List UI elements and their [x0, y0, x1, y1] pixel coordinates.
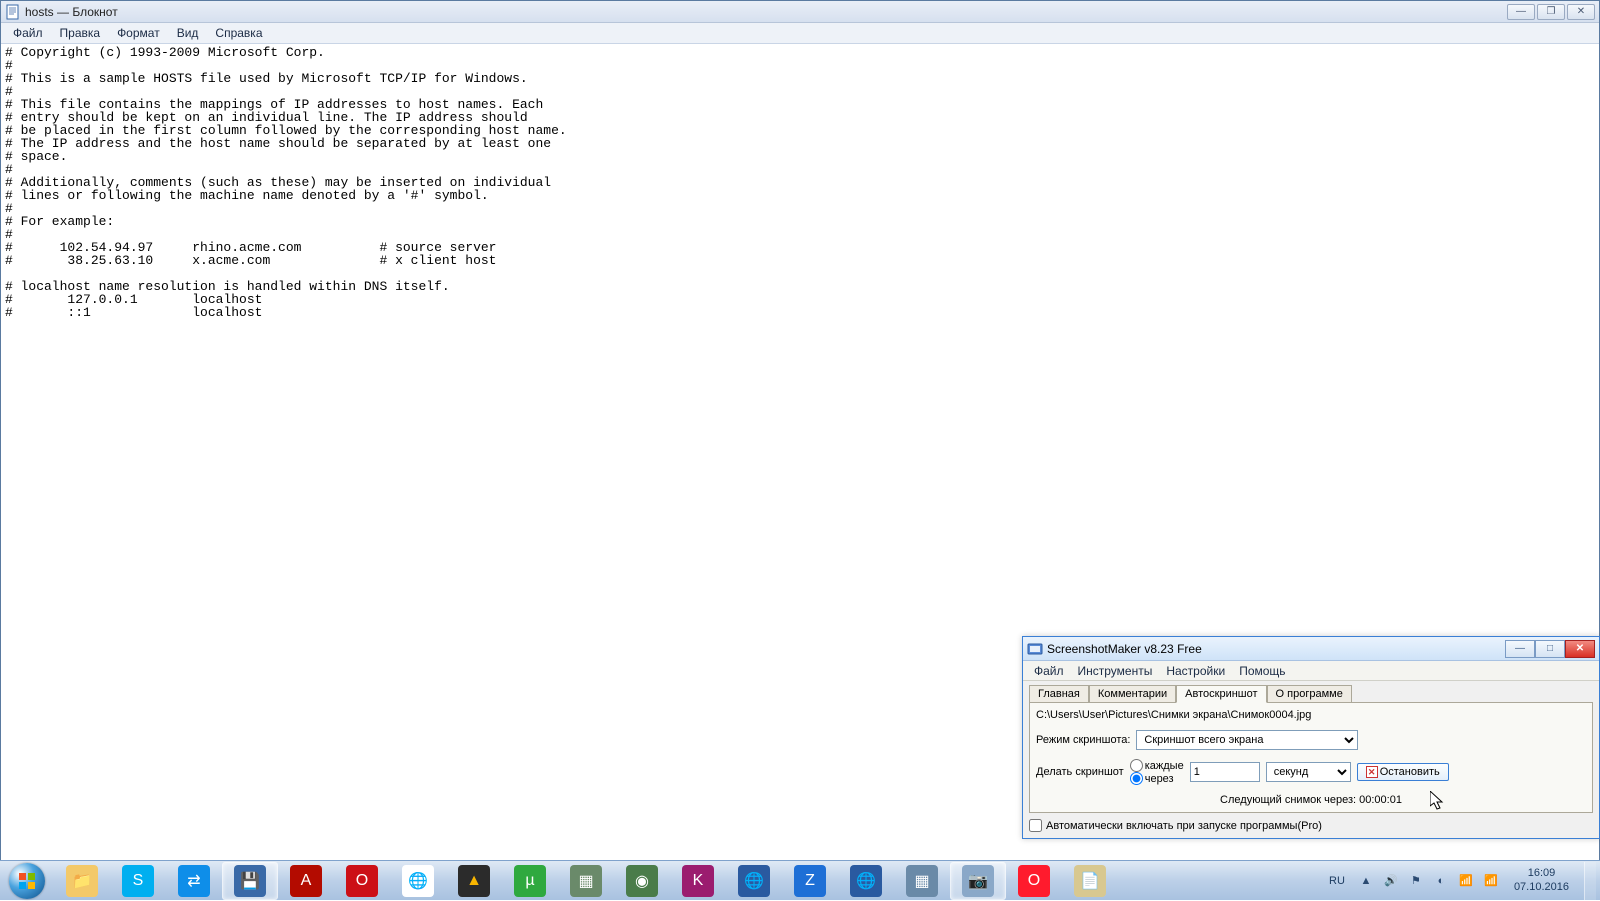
- do-screenshot-label: Делать скриншот: [1036, 766, 1124, 778]
- taskbar-z[interactable]: Z: [782, 862, 838, 900]
- menu-format[interactable]: Формат: [109, 24, 168, 42]
- taskbar-calc[interactable]: ▦: [558, 862, 614, 900]
- system-tray: RU ▲ 🔊 ⚑ ◐ 📶 📶 16:09 07.10.2016: [1321, 861, 1600, 900]
- mode-label: Режим скриншота:: [1036, 734, 1130, 746]
- unit-select[interactable]: секунд: [1266, 762, 1351, 782]
- taskbar-adobe[interactable]: A: [278, 862, 334, 900]
- dialog-menu-help[interactable]: Помощь: [1232, 662, 1292, 680]
- notepad-title: hosts — Блокнот: [25, 5, 118, 19]
- notepad-menubar: Файл Правка Формат Вид Справка: [1, 23, 1599, 44]
- windows-orb-icon: [9, 863, 45, 899]
- dialog-menu-settings[interactable]: Настройки: [1159, 662, 1232, 680]
- next-countdown: Следующий снимок через: 00:00:01: [1036, 794, 1586, 806]
- taskbar-k[interactable]: K: [670, 862, 726, 900]
- dialog-title: ScreenshotMaker v8.23 Free: [1047, 642, 1202, 656]
- menu-edit[interactable]: Правка: [52, 24, 109, 42]
- radio-after[interactable]: через: [1130, 772, 1184, 785]
- output-path: C:\Users\User\Pictures\Снимки экрана\Сни…: [1036, 709, 1586, 721]
- menu-file[interactable]: Файл: [5, 24, 51, 42]
- minimize-button[interactable]: —: [1507, 4, 1535, 20]
- tray-flag-icon[interactable]: ⚑: [1408, 873, 1424, 889]
- screenshotmaker-icon: [1027, 641, 1043, 657]
- tab-about[interactable]: О программе: [1267, 685, 1352, 703]
- dialog-tabs: Главная Комментарии Автоскриншот О прогр…: [1023, 681, 1599, 702]
- taskbar-items: 📁 S ⇄ 💾 A O 🌐 ▲ µ ▦ ◉ K 🌐 Z 🌐 ▦ 📷 O 📄: [54, 861, 1118, 900]
- taskbar-disc[interactable]: ◉: [614, 862, 670, 900]
- dialog-minimize-button[interactable]: —: [1505, 640, 1535, 658]
- stop-x-icon: ✕: [1366, 766, 1378, 778]
- taskbar-explorer[interactable]: 📁: [54, 862, 110, 900]
- notepad-icon: [5, 4, 21, 20]
- tray-volume-icon[interactable]: 🔊: [1383, 873, 1399, 889]
- taskbar-folder[interactable]: 📄: [1062, 862, 1118, 900]
- taskbar-globe1[interactable]: 🌐: [726, 862, 782, 900]
- taskbar-opera-old[interactable]: O: [334, 862, 390, 900]
- notepad-titlebar[interactable]: hosts — Блокнот — ❐ ✕: [1, 1, 1599, 23]
- taskbar-notepad[interactable]: 💾: [222, 862, 278, 900]
- interval-input[interactable]: [1190, 762, 1260, 782]
- close-button[interactable]: ✕: [1567, 4, 1595, 20]
- dialog-menubar: Файл Инструменты Настройки Помощь: [1023, 661, 1599, 681]
- taskbar-screenshotmaker[interactable]: 📷: [950, 862, 1006, 900]
- mode-select[interactable]: Скриншот всего экрана: [1136, 730, 1358, 750]
- taskbar: 📁 S ⇄ 💾 A O 🌐 ▲ µ ▦ ◉ K 🌐 Z 🌐 ▦ 📷 O 📄 RU…: [0, 860, 1600, 900]
- taskbar-utorrent[interactable]: µ: [502, 862, 558, 900]
- menu-help[interactable]: Справка: [207, 24, 270, 42]
- start-button[interactable]: [0, 861, 54, 901]
- show-desktop-button[interactable]: [1584, 862, 1596, 900]
- tray-network-icon[interactable]: 📶: [1458, 873, 1474, 889]
- taskbar-app[interactable]: ▦: [894, 862, 950, 900]
- taskbar-aimp[interactable]: ▲: [446, 862, 502, 900]
- taskbar-opera[interactable]: O: [1006, 862, 1062, 900]
- dialog-body: C:\Users\User\Pictures\Снимки экрана\Сни…: [1029, 702, 1593, 813]
- dialog-close-button[interactable]: ✕: [1565, 640, 1595, 658]
- tray-signal-icon[interactable]: 📶: [1483, 873, 1499, 889]
- tray-chevron-icon[interactable]: ▲: [1358, 873, 1374, 889]
- menu-view[interactable]: Вид: [169, 24, 207, 42]
- screenshotmaker-dialog: ScreenshotMaker v8.23 Free — □ ✕ Файл Ин…: [1022, 636, 1600, 839]
- dialog-menu-file[interactable]: Файл: [1027, 662, 1071, 680]
- taskbar-teamviewer[interactable]: ⇄: [166, 862, 222, 900]
- restore-button[interactable]: ❐: [1537, 4, 1565, 20]
- autorun-checkbox[interactable]: [1029, 819, 1042, 832]
- autorun-label: Автоматически включать при запуске прогр…: [1046, 820, 1322, 832]
- taskbar-clock[interactable]: 16:09 07.10.2016: [1508, 867, 1575, 893]
- dialog-titlebar[interactable]: ScreenshotMaker v8.23 Free — □ ✕: [1023, 637, 1599, 661]
- taskbar-chrome[interactable]: 🌐: [390, 862, 446, 900]
- taskbar-skype[interactable]: S: [110, 862, 166, 900]
- taskbar-globe2[interactable]: 🌐: [838, 862, 894, 900]
- dialog-menu-tools[interactable]: Инструменты: [1071, 662, 1160, 680]
- radio-every[interactable]: каждые: [1130, 759, 1184, 772]
- tab-autoscreenshot[interactable]: Автоскриншот: [1176, 685, 1266, 703]
- tray-sync-icon[interactable]: ◐: [1433, 873, 1449, 889]
- tab-main[interactable]: Главная: [1029, 685, 1089, 703]
- dialog-maximize-button[interactable]: □: [1535, 640, 1565, 658]
- tab-comments[interactable]: Комментарии: [1089, 685, 1176, 703]
- stop-button[interactable]: ✕ Остановить: [1357, 763, 1449, 781]
- language-indicator[interactable]: RU: [1325, 875, 1349, 887]
